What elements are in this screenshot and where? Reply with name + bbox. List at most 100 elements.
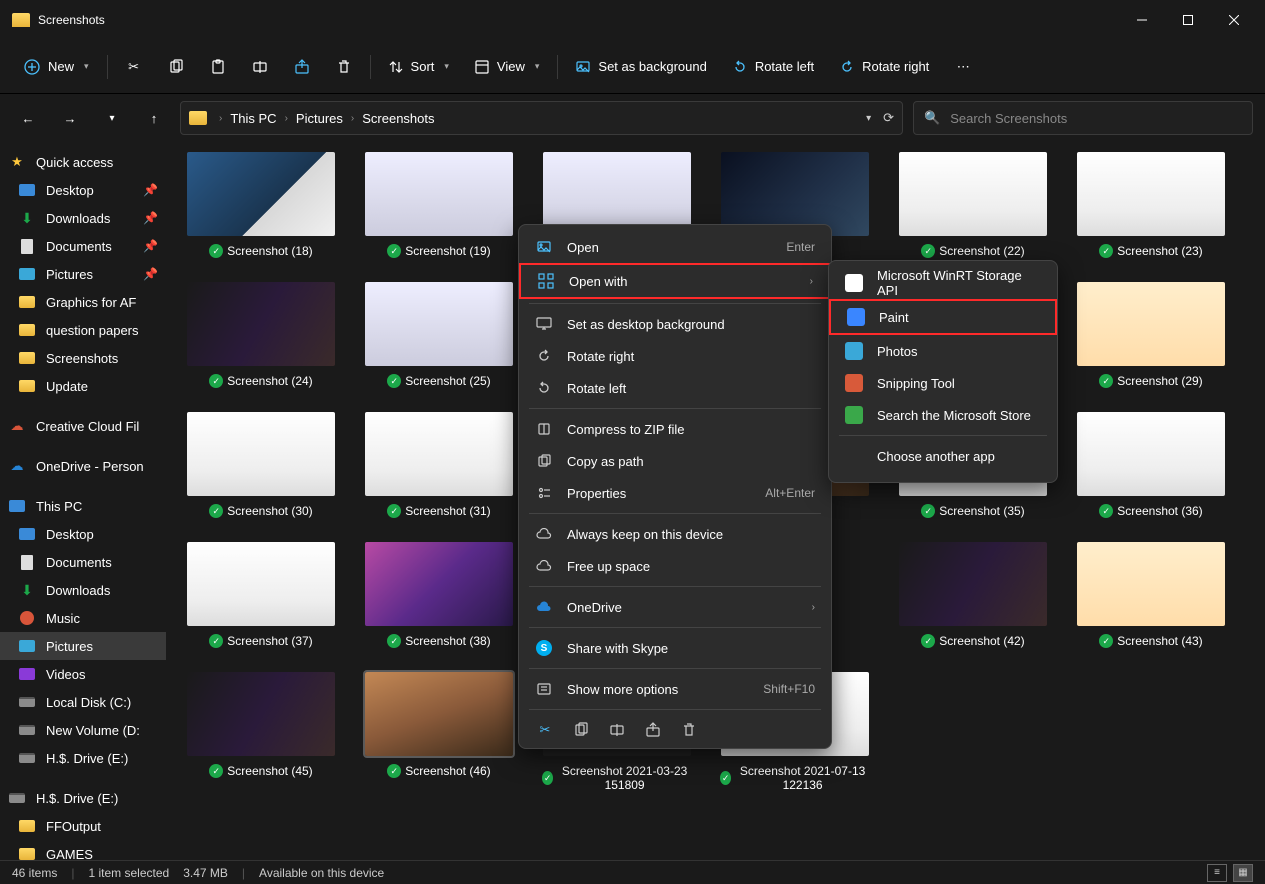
breadcrumb-part-0[interactable]: This PC bbox=[230, 111, 276, 126]
details-view-icon[interactable]: ≡ bbox=[1207, 864, 1227, 882]
open-with-item-2[interactable]: Photos bbox=[829, 335, 1057, 367]
ctx-copy-icon[interactable] bbox=[571, 720, 591, 740]
sidebar-quick-item-4[interactable]: Graphics for AF bbox=[0, 288, 166, 316]
ctx-set-desktop-bg[interactable]: Set as desktop background bbox=[519, 308, 831, 340]
sidebar-onedrive[interactable]: ☁OneDrive - Person bbox=[0, 452, 166, 480]
titlebar: Screenshots bbox=[0, 0, 1265, 40]
ctx-open-with[interactable]: Open with › bbox=[519, 263, 831, 299]
file-label: ✓Screenshot (46) bbox=[387, 764, 490, 778]
sidebar-pc-item-2[interactable]: ⬇Downloads bbox=[0, 576, 166, 604]
file-thumb-11[interactable]: ✓Screenshot (29) bbox=[1076, 282, 1226, 388]
sidebar-quick-item-6[interactable]: Screenshots bbox=[0, 344, 166, 372]
file-thumb-6[interactable]: ✓Screenshot (24) bbox=[186, 282, 336, 388]
sync-icon: ✓ bbox=[542, 771, 553, 785]
file-thumb-24[interactable]: ✓Screenshot (45) bbox=[186, 672, 336, 792]
breadcrumb-part-2[interactable]: Screenshots bbox=[362, 111, 434, 126]
file-thumb-23[interactable]: ✓Screenshot (43) bbox=[1076, 542, 1226, 648]
copy-icon[interactable] bbox=[156, 49, 196, 85]
open-with-item-4[interactable]: Search the Microsoft Store bbox=[829, 399, 1057, 431]
file-thumb-0[interactable]: ✓Screenshot (18) bbox=[186, 152, 336, 258]
ctx-open[interactable]: Open Enter bbox=[519, 231, 831, 263]
open-with-item-3[interactable]: Snipping Tool bbox=[829, 367, 1057, 399]
ctx-share-skype[interactable]: S Share with Skype bbox=[519, 632, 831, 664]
context-menu: Open Enter Open with › Set as desktop ba… bbox=[518, 224, 832, 749]
sidebar-pc-item-1[interactable]: Documents bbox=[0, 548, 166, 576]
ctx-cut-icon[interactable]: ✂ bbox=[535, 720, 555, 740]
sidebar-quick-item-2[interactable]: Documents📌 bbox=[0, 232, 166, 260]
sidebar-quick-access[interactable]: ★Quick access bbox=[0, 148, 166, 176]
ctx-copy-path[interactable]: Copy as path bbox=[519, 445, 831, 477]
open-with-item-0[interactable]: Microsoft WinRT Storage API bbox=[829, 267, 1057, 299]
ctx-always-keep[interactable]: Always keep on this device bbox=[519, 518, 831, 550]
back-button[interactable]: ← bbox=[12, 102, 44, 134]
sidebar-ext-item-1[interactable]: GAMES bbox=[0, 840, 166, 860]
more-icon[interactable]: ⋯ bbox=[943, 49, 983, 85]
sidebar-pc-item-3[interactable]: Music bbox=[0, 604, 166, 632]
sidebar-creative-cloud[interactable]: ☁Creative Cloud Fil bbox=[0, 412, 166, 440]
file-thumb-5[interactable]: ✓Screenshot (23) bbox=[1076, 152, 1226, 258]
file-thumb-13[interactable]: ✓Screenshot (31) bbox=[364, 412, 514, 518]
file-thumb-22[interactable]: ✓Screenshot (42) bbox=[898, 542, 1048, 648]
sync-icon: ✓ bbox=[720, 771, 731, 785]
ctx-compress[interactable]: Compress to ZIP file bbox=[519, 413, 831, 445]
sidebar-pc-item-8[interactable]: H.$. Drive (E:) bbox=[0, 744, 166, 772]
sidebar-pc-item-6[interactable]: Local Disk (C:) bbox=[0, 688, 166, 716]
ctx-properties[interactable]: Properties Alt+Enter bbox=[519, 477, 831, 509]
cut-icon[interactable]: ✂ bbox=[114, 49, 154, 85]
refresh-icon[interactable]: ⟳ bbox=[883, 110, 894, 126]
file-thumb-4[interactable]: ✓Screenshot (22) bbox=[898, 152, 1048, 258]
forward-button[interactable]: → bbox=[54, 102, 86, 134]
file-thumb-7[interactable]: ✓Screenshot (25) bbox=[364, 282, 514, 388]
sidebar-pc-item-4[interactable]: Pictures bbox=[0, 632, 166, 660]
file-label: ✓Screenshot (19) bbox=[387, 244, 490, 258]
breadcrumb-part-1[interactable]: Pictures bbox=[296, 111, 343, 126]
sidebar-ext-item-0[interactable]: FFOutput bbox=[0, 812, 166, 840]
new-button[interactable]: New▾ bbox=[12, 49, 101, 85]
file-thumb-18[interactable]: ✓Screenshot (37) bbox=[186, 542, 336, 648]
file-thumb-25[interactable]: ✓Screenshot (46) bbox=[364, 672, 514, 792]
ctx-show-more[interactable]: Show more options Shift+F10 bbox=[519, 673, 831, 705]
sidebar-ext-drive[interactable]: H.$. Drive (E:) bbox=[0, 784, 166, 812]
file-thumb-1[interactable]: ✓Screenshot (19) bbox=[364, 152, 514, 258]
open-with-item-5[interactable]: Choose another app bbox=[829, 440, 1057, 472]
file-thumb-19[interactable]: ✓Screenshot (38) bbox=[364, 542, 514, 648]
search-input[interactable]: 🔍 Search Screenshots bbox=[913, 101, 1253, 135]
sidebar-pc-item-0[interactable]: Desktop bbox=[0, 520, 166, 548]
ctx-rename-icon[interactable] bbox=[607, 720, 627, 740]
rename-icon[interactable] bbox=[240, 49, 280, 85]
sidebar-quick-item-5[interactable]: question papers bbox=[0, 316, 166, 344]
set-background-button[interactable]: Set as background bbox=[564, 49, 718, 85]
pin-icon: 📌 bbox=[143, 211, 158, 225]
ctx-free-up[interactable]: Free up space bbox=[519, 550, 831, 582]
up-button[interactable]: ↑ bbox=[138, 102, 170, 134]
recent-button[interactable]: ▾ bbox=[96, 102, 128, 134]
sidebar-pc-item-7[interactable]: New Volume (D: bbox=[0, 716, 166, 744]
ctx-onedrive[interactable]: OneDrive › bbox=[519, 591, 831, 623]
delete-icon[interactable] bbox=[324, 49, 364, 85]
history-chevron-icon[interactable]: ▾ bbox=[866, 113, 871, 124]
ctx-rotate-left[interactable]: Rotate left bbox=[519, 372, 831, 404]
file-thumb-17[interactable]: ✓Screenshot (36) bbox=[1076, 412, 1226, 518]
sidebar-quick-item-1[interactable]: ⬇Downloads📌 bbox=[0, 204, 166, 232]
rotate-left-button[interactable]: Rotate left bbox=[721, 49, 826, 85]
thumbnails-view-icon[interactable]: ▦ bbox=[1233, 864, 1253, 882]
breadcrumb[interactable]: › This PC › Pictures › Screenshots ▾ ⟳ bbox=[180, 101, 903, 135]
open-with-item-1[interactable]: Paint bbox=[829, 299, 1057, 335]
paste-icon[interactable] bbox=[198, 49, 238, 85]
share-icon[interactable] bbox=[282, 49, 322, 85]
ctx-rotate-right[interactable]: Rotate right bbox=[519, 340, 831, 372]
ctx-delete-icon[interactable] bbox=[679, 720, 699, 740]
sidebar-quick-item-7[interactable]: Update bbox=[0, 372, 166, 400]
sidebar-pc-item-5[interactable]: Videos bbox=[0, 660, 166, 688]
sort-button[interactable]: Sort▾ bbox=[377, 49, 461, 85]
sidebar-quick-item-0[interactable]: Desktop📌 bbox=[0, 176, 166, 204]
close-button[interactable] bbox=[1211, 4, 1257, 36]
file-thumb-12[interactable]: ✓Screenshot (30) bbox=[186, 412, 336, 518]
sidebar-quick-item-3[interactable]: Pictures📌 bbox=[0, 260, 166, 288]
view-button[interactable]: View▾ bbox=[463, 49, 551, 85]
maximize-button[interactable] bbox=[1165, 4, 1211, 36]
rotate-right-button[interactable]: Rotate right bbox=[828, 49, 941, 85]
ctx-share-icon[interactable] bbox=[643, 720, 663, 740]
sidebar-this-pc[interactable]: This PC bbox=[0, 492, 166, 520]
minimize-button[interactable] bbox=[1119, 4, 1165, 36]
